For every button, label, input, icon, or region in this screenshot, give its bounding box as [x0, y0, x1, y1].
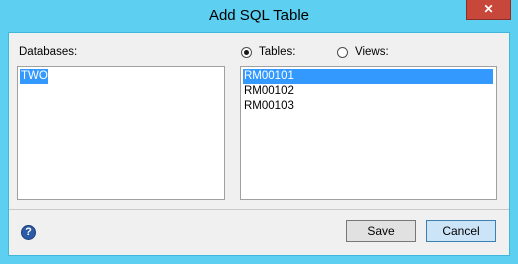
database-item-two[interactable]: TWO [20, 69, 48, 84]
cancel-button[interactable]: Cancel [426, 220, 496, 242]
close-button[interactable]: ✕ [466, 0, 511, 20]
close-x-icon: ✕ [483, 2, 494, 16]
databases-list[interactable]: TWO [17, 66, 225, 200]
window-title: Add SQL Table [208, 7, 310, 24]
help-question-icon: ? [25, 226, 32, 238]
views-radio[interactable] [337, 47, 348, 58]
dialog-body: Databases: TWO Tables: Views: RM00101 RM… [8, 32, 510, 256]
title-bar[interactable]: Add SQL Table ✕ [0, 0, 518, 32]
save-button[interactable]: Save [346, 220, 416, 242]
add-sql-table-dialog: Add SQL Table ✕ Databases: TWO Tables: V… [0, 0, 518, 264]
radio-selected-dot [244, 50, 249, 55]
views-radio-label[interactable]: Views: [355, 46, 389, 58]
help-button[interactable]: ? [21, 225, 36, 240]
table-item[interactable]: RM00103 [243, 99, 294, 114]
databases-label: Databases: [19, 46, 78, 58]
table-item[interactable]: RM00102 [243, 84, 294, 99]
tables-radio-label[interactable]: Tables: [259, 46, 295, 58]
tables-list[interactable]: RM00101 RM00102 RM00103 [240, 66, 497, 200]
footer-divider [9, 209, 509, 210]
tables-radio[interactable] [241, 47, 252, 58]
table-item[interactable]: RM00101 [243, 69, 493, 84]
